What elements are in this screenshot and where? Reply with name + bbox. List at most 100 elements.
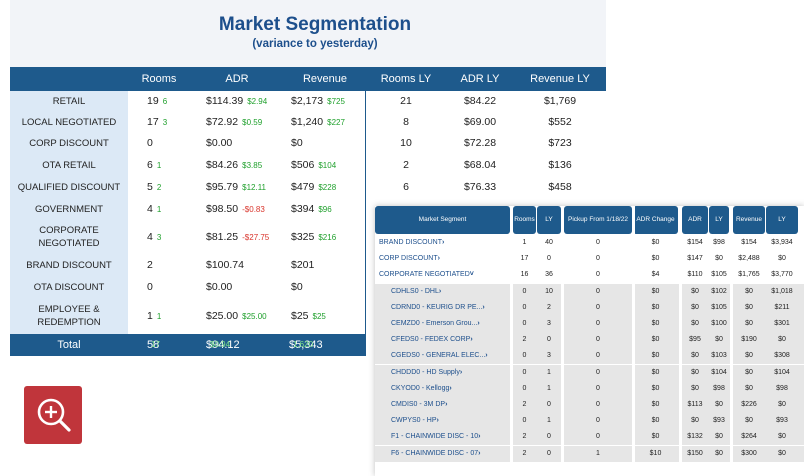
overlay-cell: $0 bbox=[778, 255, 786, 263]
overlay-cell: $0 bbox=[651, 417, 660, 425]
overlay-cell: 0 bbox=[522, 352, 527, 360]
cell-rev-value: $1,240 bbox=[291, 116, 324, 128]
overlay-row[interactable]: F1 - CHAINWIDE DISC - 10› 2 0 0 $0 $132 $0 $264… bbox=[375, 429, 804, 446]
overlay-row[interactable]: CDRND0 - KEURIG DR PE...› 0 2 0 $0 $0 $105 $0 $2… bbox=[375, 299, 804, 316]
segment-link[interactable]: CFEDS0 - FEDEX CORP› bbox=[391, 332, 509, 348]
overlay-cell: 0 bbox=[596, 239, 600, 246]
segment-link[interactable]: CKYOD0 - Kellogg› bbox=[391, 381, 509, 397]
header-rooms: Rooms bbox=[141, 73, 177, 85]
cell-rooms-var: 6 bbox=[162, 97, 168, 106]
overlay-cell: $0 bbox=[651, 239, 660, 246]
cell-adr-var: -$0.83 bbox=[242, 205, 265, 214]
segment-link[interactable]: CEMZD0 - Emerson Grou...› bbox=[391, 316, 509, 332]
overlay-cell: $0 bbox=[691, 287, 699, 295]
overlay-row[interactable]: CDHLS0 - DHL› 0 10 0 $0 $0 $102 $0 $1,018 bbox=[375, 283, 804, 300]
ov-header-pickup: Pickup From 1/18/22 bbox=[564, 206, 632, 234]
overlay-row[interactable]: CKYOD0 - Kellogg› 0 1 0 $0 $0 $98 $0 $98 bbox=[375, 380, 804, 397]
overlay-cell: $0 bbox=[715, 336, 723, 344]
overlay-cell: $0 bbox=[651, 320, 660, 327]
overlay-row[interactable]: CMDIS0 - 3M DP› 2 0 0 $0 $113 $0 $226 $0 bbox=[375, 397, 804, 413]
overlay-row[interactable]: CGEDS0 - GENERAL ELEC...› 0 3 0 $0 $0 $103 $0 $3… bbox=[375, 348, 804, 365]
segment-link[interactable]: CORP DISCOUNT› bbox=[379, 251, 509, 267]
overlay-cell: 0 bbox=[547, 401, 551, 408]
segment-name: CDRND0 - KEURIG DR PE... bbox=[391, 303, 483, 311]
overlay-cell: 0 bbox=[596, 433, 600, 441]
total-row: Total 58 17 $94.12 $0.94 $5,343 1,620 bbox=[10, 334, 366, 356]
segment-link[interactable]: F1 - CHAINWIDE DISC - 10› bbox=[391, 429, 509, 445]
overlay-cell: 10 bbox=[545, 287, 553, 295]
overlay-cell: $110 bbox=[687, 271, 703, 279]
row-label: CORP DISCOUNT bbox=[29, 138, 109, 149]
segment-link[interactable]: CGEDS0 - GENERAL ELEC...› bbox=[391, 348, 509, 364]
cell-adr-var: $0.59 bbox=[242, 118, 263, 127]
column-gap bbox=[632, 206, 635, 476]
header-adr: ADR bbox=[225, 73, 249, 85]
cell-adr: $25.00 $25.00 bbox=[206, 298, 267, 335]
chevron-icon: › bbox=[482, 303, 485, 311]
row-label: EMPLOYEE & REDEMPTION bbox=[37, 304, 101, 328]
chevron-icon: ˅ bbox=[469, 271, 474, 279]
cell-rev-var: $96 bbox=[318, 205, 332, 214]
segment-name: CWPYS0 - HP bbox=[391, 417, 437, 425]
cell-rooms-var: 2 bbox=[156, 183, 162, 192]
overlay-cell: 40 bbox=[545, 239, 553, 246]
cell-rev-var: $25 bbox=[312, 312, 326, 321]
cell-adr: $0.00 bbox=[206, 276, 232, 298]
segment-link[interactable]: CWPYS0 - HP› bbox=[391, 413, 509, 429]
overlay-row[interactable]: BRAND DISCOUNT› 1 40 0 $0 $154 $98 $154 $3,934 bbox=[375, 235, 804, 251]
overlay-row[interactable]: CHDDD0 - HD Supply› 0 1 0 $0 $0 $104 $0 $104 bbox=[375, 364, 804, 381]
segment-link[interactable]: CORPORATE NEGOTIATED˅ bbox=[379, 267, 509, 283]
segment-link[interactable]: F6 - CHAINWIDE DISC - 07› bbox=[391, 446, 509, 462]
cell-adr-value: $98.50 bbox=[206, 203, 239, 215]
cell-rooms-value: 4 bbox=[147, 231, 153, 243]
overlay-row[interactable]: F6 - CHAINWIDE DISC - 07› 2 0 1 $10 $150 $0 $30… bbox=[375, 445, 804, 462]
overlay-row[interactable]: CWPYS0 - HP› 0 1 0 $0 $0 $93 $0 $93 bbox=[375, 413, 804, 430]
table-row: OTA RETAIL 6 1 $84.26 $3.85 $506 $104 2 $68.04 $1… bbox=[10, 154, 606, 176]
overlay-row[interactable]: CEMZD0 - Emerson Grou...› 0 3 0 $0 $0 $100 $0 $3… bbox=[375, 316, 804, 332]
cell-rev-value: $25 bbox=[291, 310, 309, 322]
overlay-cell: 2 bbox=[522, 401, 527, 408]
overlay-cell: 0 bbox=[522, 384, 527, 392]
cell-adr-ly: $68.04 bbox=[463, 159, 497, 171]
overlay-cell: $0 bbox=[745, 368, 753, 376]
segment-link[interactable]: CDRND0 - KEURIG DR PE...› bbox=[391, 300, 509, 316]
cell-rooms-value: 17 bbox=[147, 116, 159, 128]
cell-rev-value: $0 bbox=[291, 137, 303, 149]
segment-link[interactable]: CDHLS0 - DHL› bbox=[391, 284, 509, 300]
cell-rev-var: $228 bbox=[318, 183, 337, 192]
zoom-button[interactable] bbox=[24, 386, 82, 444]
segment-link[interactable]: BRAND DISCOUNT› bbox=[379, 235, 509, 251]
cell-adr: $84.26 $3.85 bbox=[206, 154, 262, 177]
cell-rooms-var: 1 bbox=[156, 161, 162, 170]
overlay-row[interactable]: CFEDS0 - FEDEX CORP› 2 0 0 $0 $95 $0 $190 $0 bbox=[375, 332, 804, 349]
cell-adr-value: $84.26 bbox=[206, 159, 239, 171]
cell-rev-value: $201 bbox=[291, 259, 315, 271]
cell-adr-ly: $84.22 bbox=[463, 95, 497, 107]
overlay-cell: $154 bbox=[687, 239, 703, 246]
overlay-row[interactable]: CORP DISCOUNT› 17 0 0 $0 $147 $0 $2,488 $0 bbox=[375, 251, 804, 267]
cell-adr-value: $100.74 bbox=[206, 259, 244, 271]
overlay-cell: $10 bbox=[649, 449, 662, 457]
header-adr-ly: ADR LY bbox=[460, 73, 500, 85]
overlay-cell: 1 bbox=[547, 384, 551, 392]
cell-rev-var: $725 bbox=[327, 97, 345, 106]
segment-name: CORP DISCOUNT bbox=[379, 255, 438, 263]
overlay-cell: $95 bbox=[689, 336, 701, 344]
cell-rev-ly: $1,769 bbox=[543, 95, 577, 107]
segment-link[interactable]: CMDIS0 - 3M DP› bbox=[391, 397, 509, 413]
cell-rev: $2,173 $725 bbox=[291, 91, 345, 112]
overlay-cell: $0 bbox=[715, 255, 723, 263]
cell-rooms-value: 0 bbox=[147, 281, 153, 293]
overlay-cell: $93 bbox=[713, 417, 725, 425]
cell-rev: $394 $96 bbox=[291, 198, 332, 221]
cell-adr-value: $0.00 bbox=[206, 137, 233, 149]
cell-adr-ly: $76.33 bbox=[463, 181, 497, 193]
chevron-icon: › bbox=[478, 449, 481, 457]
cell-rev-value: $2,173 bbox=[291, 95, 324, 107]
segment-link[interactable]: CHDDD0 - HD Supply› bbox=[391, 365, 509, 381]
overlay-cell: $0 bbox=[691, 417, 699, 425]
cell-rooms: 0 bbox=[147, 133, 153, 154]
cell-rev: $0 bbox=[291, 133, 303, 154]
cell-rev-var: $104 bbox=[318, 161, 337, 170]
overlay-row[interactable]: CORPORATE NEGOTIATED˅ 16 36 0 $4 $110 $105 $1,7… bbox=[375, 267, 804, 283]
